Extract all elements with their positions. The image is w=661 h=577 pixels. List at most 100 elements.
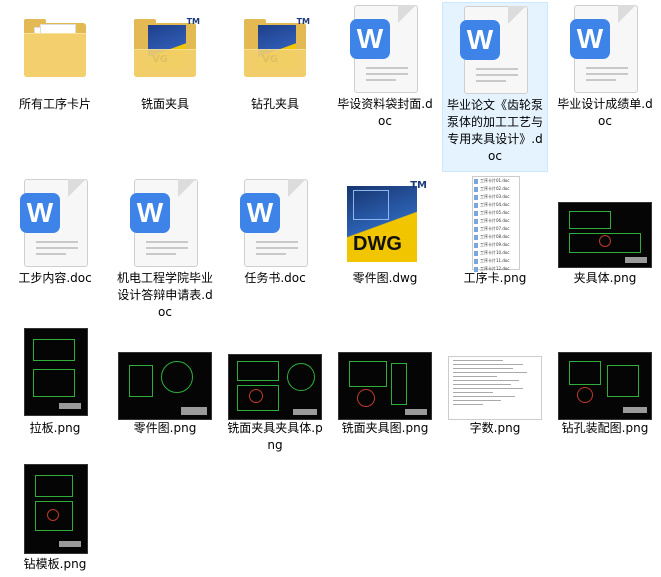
file-name: 铣面夹具	[140, 97, 189, 111]
thumb: VG TM	[222, 2, 328, 94]
file-name: 字数.png	[469, 421, 521, 435]
list-thumbnail-row: 工序卡片04.doc	[473, 201, 519, 209]
file-item[interactable]: 零件图.png	[112, 326, 218, 437]
cad-drawing-thumbnail	[24, 328, 88, 416]
list-thumbnail-row: 工序卡片05.doc	[473, 209, 519, 217]
list-thumbnail-row: 工序卡片09.doc	[473, 241, 519, 249]
doc-icon	[474, 218, 478, 224]
doc-icon	[474, 258, 478, 264]
thumb: W	[222, 176, 328, 268]
file-item[interactable]: 字数.png	[442, 326, 548, 437]
word-doc-icon: W	[240, 179, 310, 267]
list-thumbnail-text: 工序卡片05.doc	[480, 210, 510, 215]
list-thumbnail-text: 工序卡片03.doc	[480, 194, 510, 199]
doc-icon	[474, 186, 478, 192]
folder-icon	[24, 19, 86, 77]
cad-drawing-thumbnail	[24, 464, 88, 554]
thumb: W	[2, 176, 108, 268]
file-item[interactable]: 夹具体.png	[552, 176, 658, 287]
list-thumbnail-text: 工序卡片11.doc	[480, 258, 510, 263]
file-item[interactable]: DWG TM 零件图.dwg	[332, 176, 438, 287]
file-item[interactable]: 铣面夹具夹具体.png	[222, 326, 328, 454]
list-thumbnail-text: 工序卡片02.doc	[480, 186, 510, 191]
list-thumbnail-row: 工序卡片08.doc	[473, 233, 519, 241]
list-thumbnail-row: 工序卡片06.doc	[473, 217, 519, 225]
file-item[interactable]: W 毕业设计成绩单.doc	[552, 2, 658, 130]
list-thumbnail-text: 工序卡片06.doc	[480, 218, 510, 223]
list-thumbnail-row: 工序卡片01.doc	[473, 177, 519, 185]
list-thumbnail-text: 工序卡片07.doc	[480, 226, 510, 231]
dwg-file-icon: DWG TM	[343, 180, 427, 264]
file-item[interactable]: 钻孔装配图.png	[552, 326, 658, 437]
word-doc-icon: W	[570, 5, 640, 93]
file-name: 机电工程学院毕业设计答辩申请表.doc	[116, 271, 213, 319]
file-item-selected[interactable]: W 毕业论文《齿轮泵泵体的加工工艺与专用夹具设计》.doc	[442, 2, 548, 172]
word-doc-icon: W	[20, 179, 90, 267]
file-item[interactable]: VG TM 钻孔夹具	[222, 2, 328, 113]
thumb: W	[552, 2, 658, 94]
thumb	[332, 326, 438, 420]
thumb	[2, 326, 108, 418]
list-thumbnail-text: 工序卡片01.doc	[480, 178, 510, 183]
file-name: 夹具体.png	[573, 271, 637, 285]
file-item[interactable]: 工序卡片01.doc 工序卡片02.doc 工序卡片03.doc 工序卡片04.doc…	[442, 176, 548, 287]
list-thumbnail-row: 工序卡片10.doc	[473, 249, 519, 257]
word-doc-icon: W	[350, 5, 420, 93]
thumb	[552, 326, 658, 420]
thumb: VG TM	[112, 2, 218, 94]
file-item[interactable]: W 工步内容.doc	[2, 176, 108, 287]
file-name: 钻模板.png	[23, 557, 87, 571]
cad-drawing-thumbnail	[558, 202, 652, 268]
file-grid: 所有工序卡片 VG TM 铣面夹具 VG TM 钻孔夹具	[0, 0, 661, 577]
list-thumbnail-text: 工序卡片04.doc	[480, 202, 510, 207]
file-name: 钻孔夹具	[250, 97, 299, 111]
file-name: 毕业设计成绩单.doc	[557, 97, 653, 128]
thumb	[552, 176, 658, 268]
doc-icon	[474, 266, 478, 272]
cad-drawing-thumbnail	[118, 352, 212, 420]
doc-icon	[474, 226, 478, 232]
thumb	[222, 326, 328, 420]
doc-icon	[474, 178, 478, 184]
file-item[interactable]: 所有工序卡片	[2, 2, 108, 113]
cad-drawing-thumbnail	[228, 354, 322, 420]
file-item[interactable]: 铣面夹具图.png	[332, 326, 438, 437]
file-item[interactable]: VG TM 铣面夹具	[112, 2, 218, 113]
thumb: W	[332, 2, 438, 94]
file-name: 拉板.png	[29, 421, 81, 435]
thumb: 工序卡片01.doc 工序卡片02.doc 工序卡片03.doc 工序卡片04.doc…	[442, 176, 548, 273]
list-thumbnail-text: 工序卡片09.doc	[480, 242, 510, 247]
list-thumbnail-row: 工序卡片11.doc	[473, 257, 519, 265]
list-thumbnail-text: 工序卡片12.doc	[480, 266, 510, 271]
file-name: 钻孔装配图.png	[561, 421, 649, 435]
list-thumbnail-text: 工序卡片08.doc	[480, 234, 510, 239]
file-item[interactable]: 钻模板.png	[2, 462, 108, 573]
file-list-thumbnail: 工序卡片01.doc 工序卡片02.doc 工序卡片03.doc 工序卡片04.doc…	[472, 176, 520, 273]
file-name: 铣面夹具图.png	[341, 421, 429, 435]
file-item[interactable]: W 任务书.doc	[222, 176, 328, 287]
file-name: 毕设资料袋封面.doc	[337, 97, 433, 128]
file-item[interactable]: W 机电工程学院毕业设计答辩申请表.doc	[112, 176, 218, 321]
file-item[interactable]: 拉板.png	[2, 326, 108, 437]
word-doc-icon: W	[460, 6, 530, 94]
doc-icon	[474, 250, 478, 256]
cad-drawing-thumbnail	[338, 352, 432, 420]
doc-icon	[474, 234, 478, 240]
text-screenshot-thumbnail	[448, 356, 542, 420]
thumb	[2, 2, 108, 94]
list-thumbnail-row: 工序卡片12.doc	[473, 265, 519, 273]
file-name: 零件图.dwg	[352, 271, 418, 285]
doc-icon	[474, 202, 478, 208]
list-thumbnail-row: 工序卡片07.doc	[473, 225, 519, 233]
file-name: 铣面夹具夹具体.png	[227, 421, 323, 452]
thumb: W	[112, 176, 218, 268]
list-thumbnail-text: 工序卡片10.doc	[480, 250, 510, 255]
thumb: DWG TM	[332, 176, 438, 268]
file-item[interactable]: W 毕设资料袋封面.doc	[332, 2, 438, 130]
word-doc-icon: W	[130, 179, 200, 267]
thumb	[112, 326, 218, 420]
cad-drawing-thumbnail	[558, 352, 652, 420]
thumb	[442, 326, 548, 420]
folder-dwg-icon: VG TM	[244, 17, 310, 77]
file-name: 任务书.doc	[244, 271, 306, 285]
